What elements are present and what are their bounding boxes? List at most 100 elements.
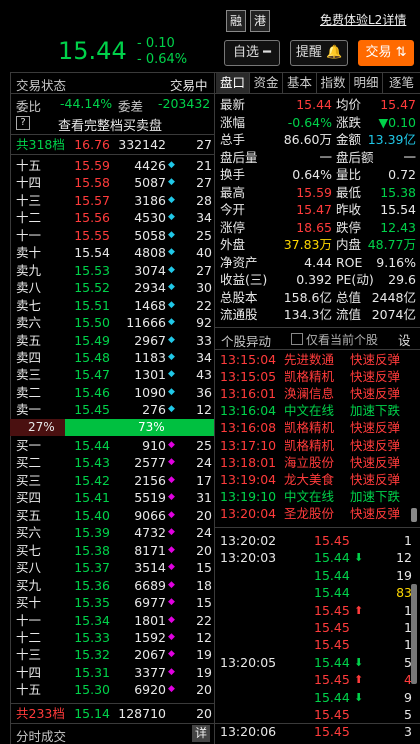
- full-book-link[interactable]: 查看完整档买卖盘: [58, 115, 162, 134]
- quote-value: 2074亿: [371, 307, 416, 322]
- tick-price: 15.44: [314, 567, 350, 583]
- sell-order-count: 30: [196, 280, 212, 296]
- diamond-icon: ◆: [168, 334, 175, 345]
- price-change: - 0.10: [137, 36, 175, 51]
- alert-scrollbar[interactable]: [411, 508, 417, 522]
- buy-order-count: 15: [196, 560, 212, 576]
- alert-row[interactable]: 13:16:04 中文在线 加速下跌: [214, 403, 410, 420]
- tick-row: 15.45 ⬆ 1: [214, 602, 412, 619]
- tab-detail[interactable]: 明细: [350, 73, 383, 93]
- tab-basic[interactable]: 基本: [283, 73, 317, 93]
- diamond-icon: ◆: [168, 194, 175, 205]
- hk-connect-button[interactable]: 港: [250, 10, 270, 32]
- alert-checkbox[interactable]: [291, 333, 303, 345]
- alert-row[interactable]: 13:19:10 中文在线 加速下跌: [214, 489, 410, 506]
- alert-row[interactable]: 13:15:04 先进数通 快速反弹: [214, 352, 410, 369]
- tick-price: 15.44: [314, 654, 350, 670]
- tick-row: 15.45 1: [214, 619, 412, 636]
- buy-level-label: 十一: [16, 612, 42, 628]
- sell-row: 卖九 15.53 3074 ◆ 27: [0, 262, 214, 279]
- alert-settings-button[interactable]: 设: [398, 330, 411, 349]
- buy-volume: 6977: [134, 595, 166, 611]
- tab-index[interactable]: 指数: [317, 73, 350, 93]
- help-icon[interactable]: ?: [16, 116, 30, 130]
- tick-row: 15.44 19: [214, 567, 412, 584]
- sell-total-row: 共318档 16.76 332142 27: [0, 136, 214, 153]
- buy-row: 买九 15.36 6689 ◆ 18: [0, 577, 214, 594]
- buy-order-count: 20: [196, 682, 212, 698]
- alert-stock: 中文在线: [284, 488, 335, 504]
- remind-button[interactable]: 提醒 🔔: [290, 40, 348, 66]
- diamond-icon: ◆: [168, 579, 175, 590]
- tick-footer-label[interactable]: 分时成交: [16, 726, 66, 744]
- sell-total-vol: 332142: [118, 137, 166, 152]
- alert-row[interactable]: 13:15:05 凯格精机 快速反弹: [214, 369, 410, 386]
- quote-row: 收益(三) 0.392 PE(动) 29.6: [214, 272, 420, 289]
- buy-level-label: 买二: [16, 455, 42, 471]
- arrow-down-icon: ⬇: [354, 655, 364, 669]
- wb-label: 委比: [16, 99, 42, 114]
- quote-label: 最低: [336, 184, 362, 200]
- sell-level-label: 卖一: [16, 402, 42, 418]
- diamond-icon: ◆: [168, 404, 175, 415]
- tab-pankou[interactable]: 盘口: [216, 73, 250, 93]
- quote-value: 29.6: [388, 272, 416, 287]
- detail-button[interactable]: 详: [192, 725, 210, 742]
- tick-row: 13:20:05 15.44 ⬇ 5: [214, 654, 412, 671]
- sell-price: 15.49: [74, 332, 110, 348]
- sell-level-label: 十一: [16, 227, 42, 243]
- sell-row: 卖三 15.47 1301 ◆ 43: [0, 366, 214, 383]
- tick-volume: 1: [404, 533, 412, 548]
- diamond-icon: ◆: [168, 457, 175, 468]
- sell-order-count: 43: [196, 367, 212, 383]
- sell-level-label: 十二: [16, 210, 42, 226]
- sell-price: 15.46: [74, 384, 110, 400]
- buy-order-count: 22: [196, 612, 212, 628]
- buy-volume: 1801: [134, 612, 166, 628]
- buy-volume: 6689: [134, 577, 166, 593]
- sell-level-label: 卖六: [16, 315, 42, 331]
- trade-button[interactable]: 交易 ⇅: [358, 40, 414, 66]
- sell-order-count: 92: [196, 315, 212, 331]
- sell-volume: 4426: [134, 158, 166, 173]
- quote-value: 86.60万: [283, 132, 332, 147]
- sell-price: 15.48: [74, 349, 110, 365]
- sell-volume: 4808: [134, 245, 166, 261]
- buy-volume: 2577: [134, 455, 166, 471]
- buy-volume: 6920: [134, 682, 166, 698]
- sell-volume: 4530: [134, 210, 166, 226]
- alert-row[interactable]: 13:20:04 圣龙股份 快速反弹: [214, 506, 410, 523]
- alert-row[interactable]: 13:19:04 龙大美食 快速反弹: [214, 472, 410, 489]
- alert-row[interactable]: 13:18:01 海立股份 快速反弹: [214, 455, 410, 472]
- quote-label: 今开: [220, 202, 246, 217]
- buy-volume: 3377: [134, 664, 166, 680]
- alert-type: 快速反弹: [350, 471, 401, 487]
- alert-row[interactable]: 13:17:10 凯格精机 快速反弹: [214, 438, 410, 455]
- ratio-bar: 27% 73%: [10, 419, 214, 436]
- alert-title: 个股异动: [221, 334, 272, 349]
- free-l2-link[interactable]: 免费体验L2详情: [320, 11, 406, 28]
- diamond-icon: ◆: [168, 684, 175, 695]
- buy-volume: 3514: [134, 560, 166, 576]
- margin-button[interactable]: 融: [226, 10, 246, 32]
- tick-row: 15.45 ⬆ 4: [214, 671, 412, 688]
- tick-volume: 12: [396, 550, 412, 566]
- buy-total-label: 共233档: [16, 706, 65, 721]
- alert-row[interactable]: 13:16:01 涣澜信息 快速反弹: [214, 386, 410, 403]
- quote-value: 134.3亿: [283, 307, 332, 322]
- tab-funds[interactable]: 资金: [250, 73, 283, 93]
- quote-label: 金额: [336, 132, 362, 147]
- quote-label: 外盘: [220, 237, 246, 252]
- buy-volume: 5519: [134, 490, 166, 506]
- buy-level-label: 十二: [16, 629, 42, 645]
- ratio-sell-label: 27%: [28, 420, 55, 434]
- watchlist-button[interactable]: 自选 ━: [224, 40, 280, 66]
- sell-order-count: 27: [196, 175, 212, 191]
- buy-level-label: 十四: [16, 664, 42, 680]
- tab-tick-by-tick[interactable]: 逐笔: [383, 73, 420, 93]
- buy-price: 15.33: [74, 629, 110, 645]
- buy-row: 买七 15.38 8171 ◆ 20: [0, 542, 214, 559]
- tick-scrollbar[interactable]: [411, 584, 417, 684]
- price-change-pct: - 0.64%: [137, 52, 188, 67]
- alert-row[interactable]: 13:16:08 凯格精机 快速反弹: [214, 420, 410, 437]
